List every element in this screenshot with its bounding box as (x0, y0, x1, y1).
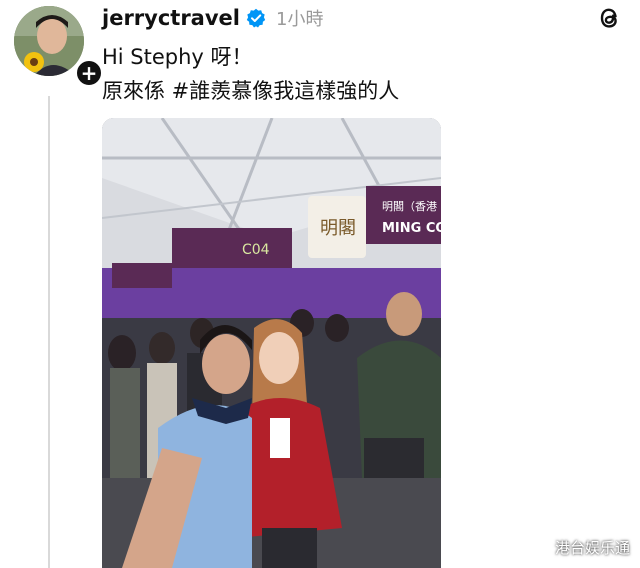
post-text-line-2[interactable]: 原來係 #誰羨慕像我這樣強的人 (102, 74, 399, 108)
booth-sign-main: 明閣 (320, 218, 356, 239)
follow-button[interactable]: + (74, 58, 104, 88)
post-header: jerryctravel 1小時 (102, 4, 323, 32)
username[interactable]: jerryctravel (102, 6, 240, 30)
plus-icon: + (80, 61, 98, 85)
post-body: Hi Stephy 呀！ 原來係 #誰羨慕像我這樣強的人 (102, 40, 399, 108)
threads-logo-icon[interactable] (596, 4, 622, 32)
verified-badge-icon (246, 8, 266, 28)
booth-sign-right-cn: 明閣（香港 (382, 200, 437, 213)
svg-text:C04: C04 (242, 242, 270, 258)
watermark: 港台娱乐通 (554, 539, 630, 557)
post-photo[interactable]: C04 明閣 明閣（香港 MING CO (102, 118, 441, 568)
post-text-line-1: Hi Stephy 呀！ (102, 45, 253, 69)
booth-sign-right-en: MING CO (382, 221, 441, 236)
thread-line (48, 96, 50, 568)
author-avatar-wrap[interactable]: + (14, 6, 104, 88)
avatar[interactable] (14, 6, 84, 76)
post-timestamp: 1小時 (276, 9, 324, 30)
